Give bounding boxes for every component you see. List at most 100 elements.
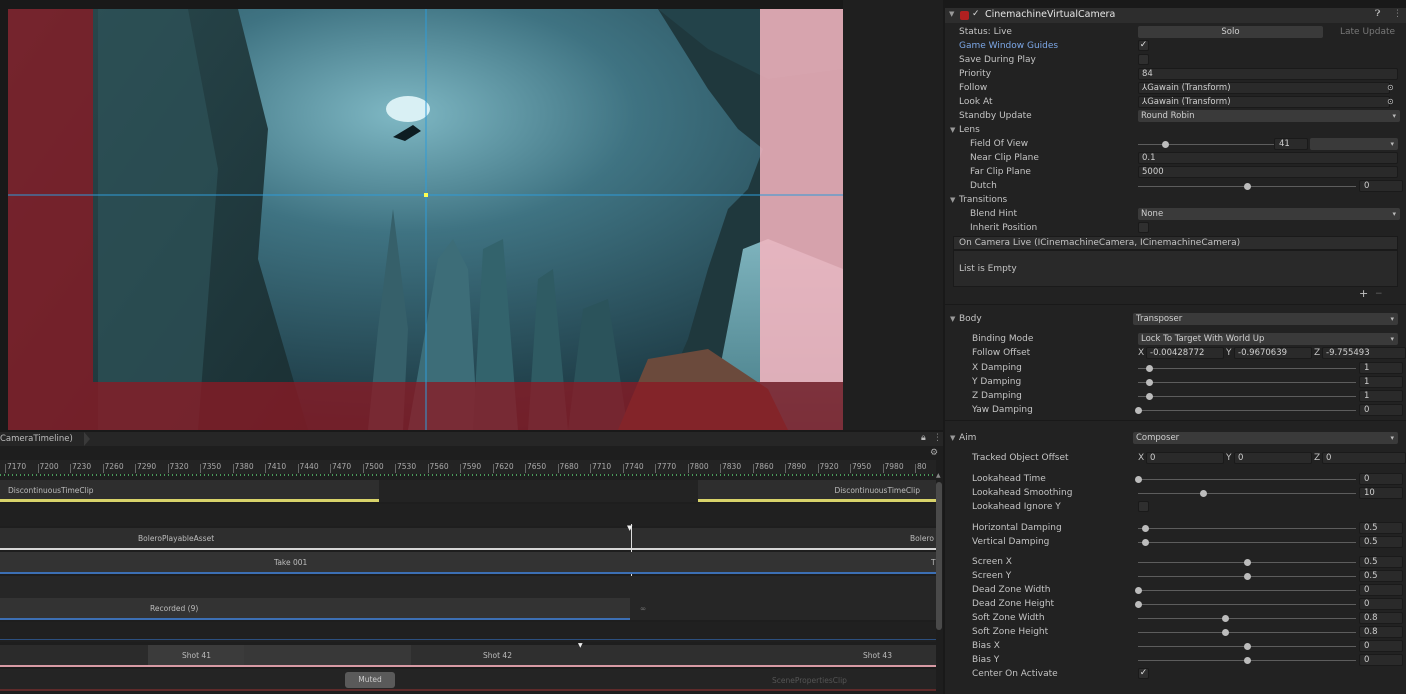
z-damping-slider-value[interactable]: 1: [1359, 390, 1403, 402]
lens-section-fold-icon[interactable]: ▼: [950, 126, 955, 134]
track-bolero[interactable]: BoleroPlayableAsset Bolero: [0, 528, 936, 550]
transitions-section-fold-icon[interactable]: ▼: [950, 196, 955, 204]
screen-y-slider-value[interactable]: 0.5: [1359, 570, 1403, 582]
scroll-up-icon[interactable]: ▲: [936, 472, 941, 479]
fold-arrow-icon[interactable]: ▼: [949, 10, 954, 18]
follow-offset-z[interactable]: -9.755493: [1322, 347, 1406, 359]
enabled-checkbox[interactable]: ✓: [972, 9, 980, 19]
x-damping-slider-value[interactable]: 1: [1359, 362, 1403, 374]
bias-x-slider-handle[interactable]: [1244, 643, 1251, 650]
dutch-slider-value[interactable]: 0: [1359, 180, 1403, 192]
y-damping-slider-handle[interactable]: [1145, 379, 1153, 386]
binding-mode-dropdown[interactable]: Lock To Target With World Up ▾: [1138, 333, 1398, 345]
tracked-offset-z[interactable]: 0: [1322, 452, 1406, 464]
game-window-guides-checkbox[interactable]: ✓: [1138, 40, 1149, 51]
standby-update-dropdown[interactable]: Round Robin ▾: [1138, 110, 1400, 122]
z-damping-slider-handle[interactable]: [1145, 393, 1153, 400]
time-ruler[interactable]: 7170 7200 7230 7260 7290 7320 7350 7380 7410 7440…: [0, 460, 936, 474]
fov-slider-handle[interactable]: [1162, 141, 1170, 148]
remove-event-button[interactable]: −: [1375, 287, 1383, 301]
lookahead-smoothing-slider-track[interactable]: [1138, 493, 1356, 494]
dead-zone-height-slider-value[interactable]: 0: [1359, 598, 1403, 610]
lookahead-ignore-y-checkbox[interactable]: [1138, 501, 1149, 512]
clip-discontinuous-left[interactable]: DiscontinuousTimeClip: [0, 480, 379, 502]
tracked-offset-y[interactable]: 0: [1234, 452, 1312, 464]
save-during-play-checkbox[interactable]: [1138, 54, 1149, 65]
menu-icon[interactable]: ⋮: [933, 433, 942, 443]
lookahead-time-slider-track[interactable]: [1138, 479, 1356, 480]
inherit-position-checkbox[interactable]: [1138, 222, 1149, 233]
follow-offset-x[interactable]: -0.00428772: [1146, 347, 1224, 359]
dead-zone-height-slider-track[interactable]: [1138, 604, 1356, 605]
bias-y-slider-value[interactable]: 0: [1359, 654, 1403, 666]
aim-dropdown[interactable]: Composer ▾: [1133, 432, 1398, 444]
fov-slider-track[interactable]: [1138, 144, 1274, 145]
marker-icon[interactable]: ▼: [578, 642, 583, 649]
look-at-field[interactable]: ⅄Gawain (Transform): [1138, 96, 1390, 108]
clip-recorded[interactable]: Recorded (9): [0, 598, 630, 620]
lookahead-time-slider-handle[interactable]: [1135, 476, 1142, 483]
horizontal-damping-slider-handle[interactable]: [1141, 525, 1149, 532]
add-event-button[interactable]: +: [1359, 287, 1368, 301]
track-recorded[interactable]: Recorded (9) ∞: [0, 598, 936, 620]
soft-zone-width-slider-value[interactable]: 0.8: [1359, 612, 1403, 624]
lock-icon[interactable]: 🔒︎: [921, 433, 926, 443]
soft-zone-height-slider-value[interactable]: 0.8: [1359, 626, 1403, 638]
gear-icon[interactable]: ⚙: [930, 448, 938, 458]
track-muted[interactable]: Muted ScenePropertiesClip: [0, 669, 936, 691]
breadcrumb[interactable]: CameraTimeline): [0, 434, 73, 444]
track-take[interactable]: Take 001 T: [0, 552, 936, 574]
tracked-offset-x[interactable]: 0: [1146, 452, 1224, 464]
vertical-scrollbar[interactable]: [936, 482, 942, 630]
lookahead-time-slider-value[interactable]: 0: [1359, 473, 1403, 485]
lookahead-smoothing-slider-value[interactable]: 10: [1359, 487, 1403, 499]
dead-zone-width-slider-value[interactable]: 0: [1359, 584, 1403, 596]
screen-y-slider-handle[interactable]: [1244, 573, 1251, 580]
solo-button[interactable]: Solo: [1138, 26, 1323, 38]
soft-zone-height-slider-handle[interactable]: [1222, 629, 1230, 636]
track-discontinuous[interactable]: DiscontinuousTimeClip DiscontinuousTimeC…: [0, 480, 936, 502]
component-menu-icon[interactable]: ⋮: [1393, 9, 1402, 19]
screen-x-slider-value[interactable]: 0.5: [1359, 556, 1403, 568]
far-clip-field[interactable]: 5000: [1138, 166, 1398, 178]
horizontal-damping-slider-track[interactable]: [1138, 528, 1356, 529]
lookahead-smoothing-slider-handle[interactable]: [1200, 490, 1208, 497]
dutch-slider-handle[interactable]: [1244, 183, 1251, 190]
dead-zone-width-slider-track[interactable]: [1138, 590, 1356, 591]
soft-zone-width-slider-handle[interactable]: [1222, 615, 1230, 622]
soft-zone-height-slider-track[interactable]: [1138, 632, 1356, 633]
game-view[interactable]: [8, 9, 843, 430]
z-damping-slider-track[interactable]: [1138, 396, 1356, 397]
vertical-damping-slider-value[interactable]: 0.5: [1359, 536, 1403, 548]
clip-discontinuous-right[interactable]: DiscontinuousTimeClip: [698, 480, 936, 502]
follow-offset-y[interactable]: -0.9670639: [1234, 347, 1312, 359]
blend-hint-dropdown[interactable]: None ▾: [1138, 208, 1400, 220]
timeline-window[interactable]: CameraTimeline) 🔒︎ ⋮ ⚙ 7170 7200 7230 7260 7…: [0, 432, 943, 694]
vertical-damping-slider-track[interactable]: [1138, 542, 1356, 543]
bias-y-slider-handle[interactable]: [1244, 657, 1251, 664]
fov-value[interactable]: 41: [1274, 138, 1308, 150]
y-damping-slider-track[interactable]: [1138, 382, 1356, 383]
target-picker-icon[interactable]: ⊙: [1387, 81, 1394, 95]
track-shots[interactable]: Shot 41 Shot 42 Shot 43: [0, 645, 936, 667]
dead-zone-width-slider-handle[interactable]: [1135, 587, 1142, 594]
screen-x-slider-handle[interactable]: [1244, 559, 1251, 566]
playhead-marker-icon[interactable]: ▼: [627, 524, 632, 532]
yaw-damping-slider-value[interactable]: 0: [1359, 404, 1403, 416]
clip-blend[interactable]: [244, 645, 411, 667]
soft-zone-width-slider-track[interactable]: [1138, 618, 1356, 619]
component-header[interactable]: ▼ ✓ CinemachineVirtualCamera ❓︎ ⋮: [945, 8, 1406, 23]
yaw-damping-slider-handle[interactable]: [1135, 407, 1142, 414]
muted-badge[interactable]: Muted: [345, 672, 395, 688]
help-icon[interactable]: ❓︎: [1375, 9, 1380, 19]
bias-x-slider-value[interactable]: 0: [1359, 640, 1403, 652]
x-damping-slider-handle[interactable]: [1145, 365, 1153, 372]
priority-field[interactable]: 84: [1138, 68, 1398, 80]
clip-shot-41[interactable]: Shot 41: [148, 645, 244, 667]
vertical-damping-slider-handle[interactable]: [1141, 539, 1149, 546]
horizontal-damping-slider-value[interactable]: 0.5: [1359, 522, 1403, 534]
center-on-activate-checkbox[interactable]: ✓: [1138, 668, 1149, 679]
y-damping-slider-value[interactable]: 1: [1359, 376, 1403, 388]
yaw-damping-slider-track[interactable]: [1138, 410, 1356, 411]
aim-section-fold-icon[interactable]: ▼: [950, 434, 955, 442]
